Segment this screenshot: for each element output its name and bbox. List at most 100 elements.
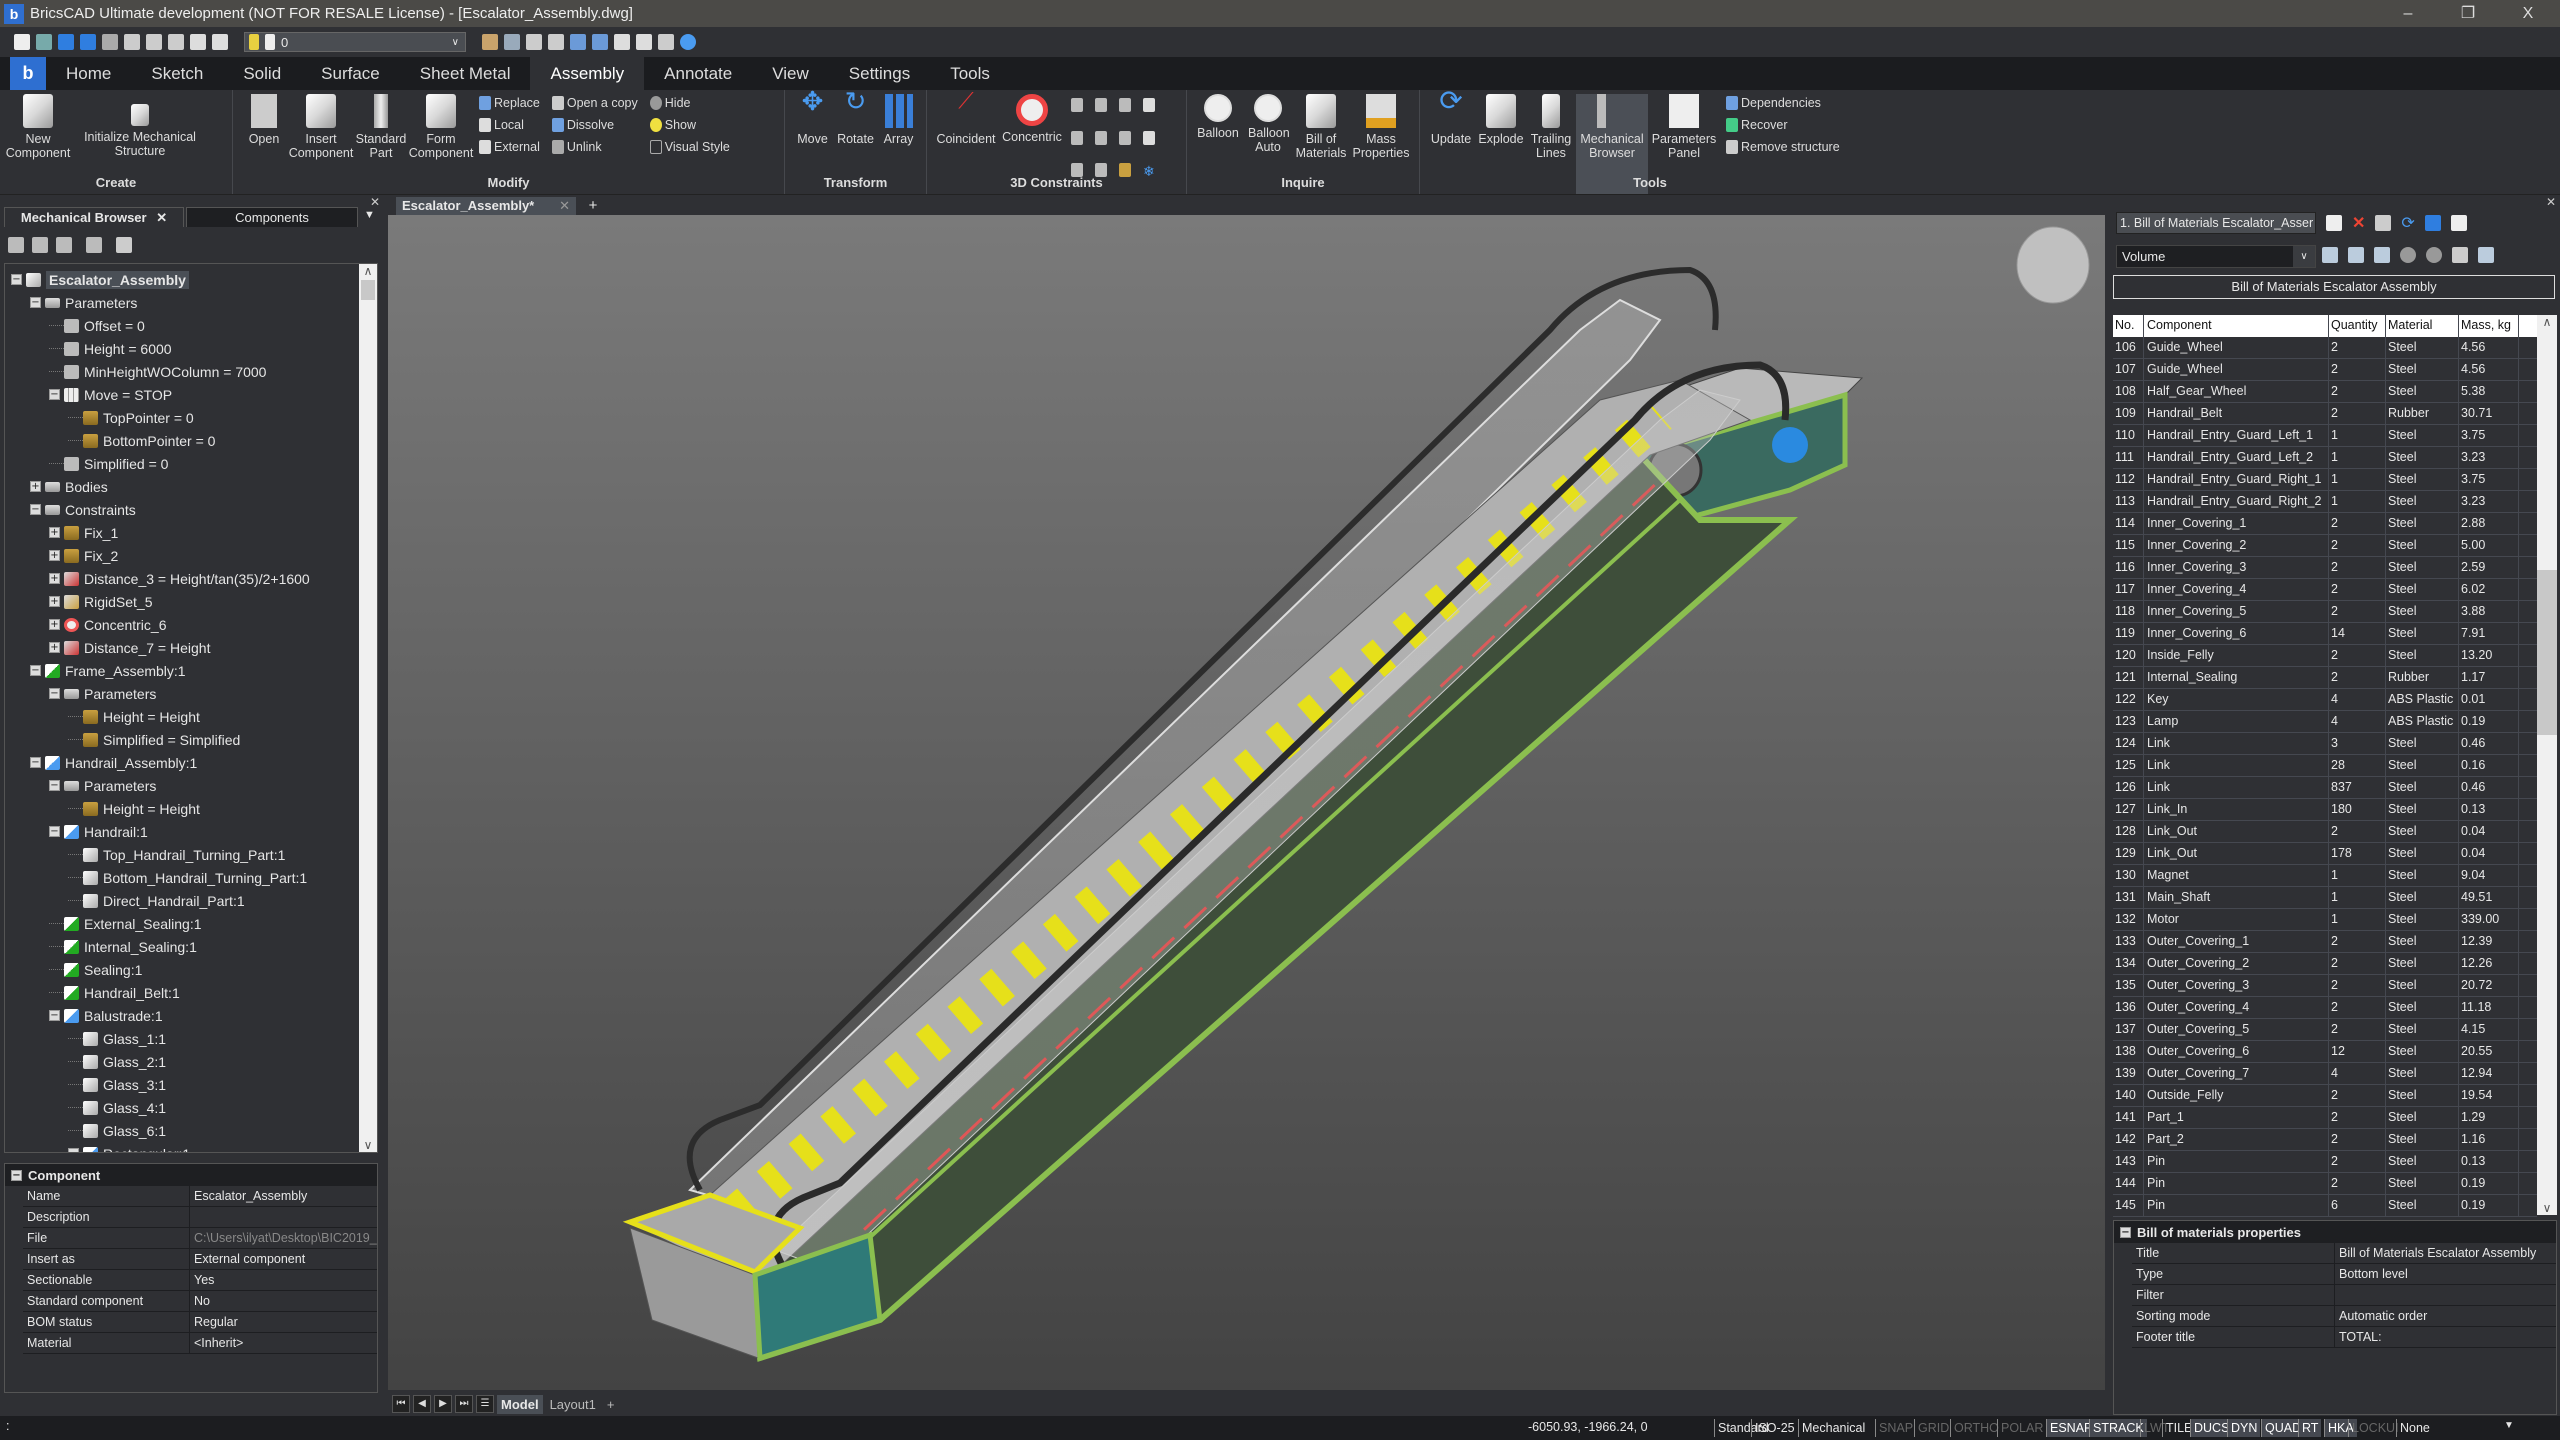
help-icon[interactable] <box>680 34 696 50</box>
parallel-icon[interactable] <box>1119 98 1131 112</box>
collapse-icon[interactable]: − <box>49 688 60 699</box>
unlink-button[interactable]: Unlink <box>551 138 638 155</box>
expand-icon[interactable]: + <box>49 642 60 653</box>
tree-item[interactable]: − Frame_Assembly:1 <box>30 659 186 682</box>
properties-icon[interactable] <box>636 34 652 50</box>
property-value[interactable]: External component <box>190 1249 377 1269</box>
add-column-right-icon[interactable] <box>2348 247 2364 263</box>
hide-button[interactable]: Hide <box>649 94 730 111</box>
fix-icon[interactable] <box>1071 98 1083 112</box>
collapse-icon[interactable]: − <box>30 757 41 768</box>
tree-item[interactable]: TopPointer = 0 <box>68 406 194 429</box>
model-viewport[interactable] <box>388 215 2105 1390</box>
save-icon[interactable] <box>58 34 74 50</box>
property-value[interactable]: Yes <box>190 1270 377 1290</box>
recover-button[interactable]: Recover <box>1726 116 1840 133</box>
tree-item[interactable]: + Concentric_6 <box>49 613 167 636</box>
view-icon[interactable] <box>570 34 586 50</box>
plot-icon[interactable] <box>168 34 184 50</box>
tree-item[interactable]: Glass_3:1 <box>68 1073 166 1096</box>
tree-item[interactable]: − Constraints <box>30 498 136 521</box>
first-layout-icon[interactable]: ⏮ <box>392 1395 410 1413</box>
bom-row[interactable]: 120 Inside_Felly 2 Steel 13.20 <box>2113 645 2537 667</box>
bom-row[interactable]: 143 Pin 2 Steel 0.13 <box>2113 1151 2537 1173</box>
collapse-icon[interactable]: − <box>11 1169 22 1181</box>
property-value[interactable]: Regular <box>190 1312 377 1332</box>
tree-item[interactable]: + RigidSet_5 <box>49 590 153 613</box>
status-toggle-grid[interactable]: GRID <box>1914 1419 1952 1437</box>
tree-item[interactable]: MinHeightWOColumn = 7000 <box>49 360 266 383</box>
delete-column-icon[interactable] <box>2374 247 2390 263</box>
layout-list-icon[interactable]: ☰ <box>476 1395 494 1413</box>
sort-az-icon[interactable] <box>56 237 72 253</box>
bom-row[interactable]: 137 Outer_Covering_5 2 Steel 4.15 <box>2113 1019 2537 1041</box>
tangent-icon[interactable] <box>1071 130 1083 145</box>
remove-structure-button[interactable]: Remove structure <box>1726 138 1840 155</box>
bom-row[interactable]: 141 Part_1 2 Steel 1.29 <box>2113 1107 2537 1129</box>
bom-row[interactable]: 111 Handrail_Entry_Guard_Left_2 1 Steel 3.23 <box>2113 447 2537 469</box>
quick-select-icon[interactable] <box>548 34 564 50</box>
property-value[interactable]: Bill of Materials Escalator Assembly <box>2335 1243 2556 1263</box>
panel-menu-icon[interactable]: ▼ <box>364 209 375 221</box>
tree-item[interactable]: Sealing:1 <box>49 958 142 981</box>
status-toggle-iso-25[interactable]: ISO-25 <box>1751 1419 1798 1437</box>
tree-item[interactable]: + Fix_1 <box>49 521 118 544</box>
properties-section-header[interactable]: − Component <box>5 1164 377 1186</box>
bom-row[interactable]: 121 Internal_Sealing 2 Rubber 1.17 <box>2113 667 2537 689</box>
dissolve-button[interactable]: Dissolve <box>551 116 638 133</box>
insert-table-icon[interactable] <box>2375 215 2392 231</box>
tab-annotate[interactable]: Annotate <box>644 57 752 90</box>
column-header[interactable]: No. <box>2113 315 2144 337</box>
tree-item[interactable]: − Parameters <box>49 682 156 705</box>
tree-item[interactable]: − Handrail_Assembly:1 <box>30 751 197 774</box>
bom-row[interactable]: 124 Link 3 Steel 0.46 <box>2113 733 2537 755</box>
properties-section-header[interactable]: − Bill of materials properties <box>2114 1221 2556 1243</box>
settings-icon[interactable] <box>86 237 102 253</box>
tree-item[interactable]: Simplified = Simplified <box>68 728 240 751</box>
tree-item[interactable]: − Parameters <box>30 291 137 314</box>
collapse-icon[interactable]: − <box>30 297 41 308</box>
bom-row[interactable]: 114 Inner_Covering_1 2 Steel 2.88 <box>2113 513 2537 535</box>
bom-row[interactable]: 129 Link_Out 178 Steel 0.04 <box>2113 843 2537 865</box>
property-value[interactable]: Escalator_Assembly <box>190 1186 377 1206</box>
tree-scrollbar[interactable]: ∧ ∨ <box>359 264 377 1152</box>
status-toggle-polar[interactable]: POLAR <box>1997 1419 2046 1437</box>
close-button[interactable]: X <box>2500 0 2556 27</box>
print-icon[interactable] <box>124 34 140 50</box>
collapse-all-icon[interactable] <box>32 237 48 253</box>
close-icon[interactable]: ✕ <box>156 210 167 225</box>
new-tab-button[interactable]: + <box>578 197 608 215</box>
collapse-icon[interactable]: − <box>68 1148 79 1152</box>
move-left-icon[interactable] <box>2400 247 2416 263</box>
binoculars-icon[interactable] <box>116 237 132 253</box>
view-2-icon[interactable] <box>592 34 608 50</box>
add-layout-button[interactable]: + <box>603 1395 619 1414</box>
bom-row[interactable]: 139 Outer_Covering_7 4 Steel 12.94 <box>2113 1063 2537 1085</box>
status-toggle-mechanical[interactable]: Mechanical <box>1798 1419 1868 1437</box>
property-value[interactable] <box>2335 1285 2556 1305</box>
tree-item[interactable]: Height = Height <box>68 705 200 728</box>
tree-item[interactable]: Glass_1:1 <box>68 1027 166 1050</box>
new-icon[interactable] <box>14 34 30 50</box>
collapse-icon[interactable]: − <box>49 1010 60 1021</box>
bom-row[interactable]: 117 Inner_Covering_4 2 Steel 6.02 <box>2113 579 2537 601</box>
tree-item[interactable]: Direct_Handrail_Part:1 <box>68 889 245 912</box>
navigation-cube[interactable] <box>2016 226 2090 304</box>
bom-scrollbar[interactable]: ∧ ∨ <box>2537 315 2557 1215</box>
bom-row[interactable]: 135 Outer_Covering_3 2 Steel 20.72 <box>2113 975 2537 997</box>
scroll-thumb[interactable] <box>2537 570 2557 735</box>
tree-item[interactable]: Height = 6000 <box>49 337 172 360</box>
move-right-icon[interactable] <box>2426 247 2442 263</box>
status-toggle-lockui[interactable]: LOCKUI <box>2348 1419 2402 1437</box>
status-toggle-esnap[interactable]: ESNAP <box>2046 1419 2096 1437</box>
tree-item[interactable]: + Distance_3 = Height/tan(35)/2+1600 <box>49 567 310 590</box>
bom-row[interactable]: 112 Handrail_Entry_Guard_Right_1 1 Steel 3.7… <box>2113 469 2537 491</box>
bom-row[interactable]: 134 Outer_Covering_2 2 Steel 12.26 <box>2113 953 2537 975</box>
external-button[interactable]: External <box>479 138 540 155</box>
expand-icon[interactable]: + <box>49 596 60 607</box>
bom-row[interactable]: 110 Handrail_Entry_Guard_Left_1 1 Steel 3.75 <box>2113 425 2537 447</box>
bom-row[interactable]: 145 Pin 6 Steel 0.19 <box>2113 1195 2537 1217</box>
bom-row[interactable]: 126 Link 837 Steel 0.46 <box>2113 777 2537 799</box>
tree-item[interactable]: Height = Height <box>68 797 200 820</box>
bom-row[interactable]: 109 Handrail_Belt 2 Rubber 30.71 <box>2113 403 2537 425</box>
